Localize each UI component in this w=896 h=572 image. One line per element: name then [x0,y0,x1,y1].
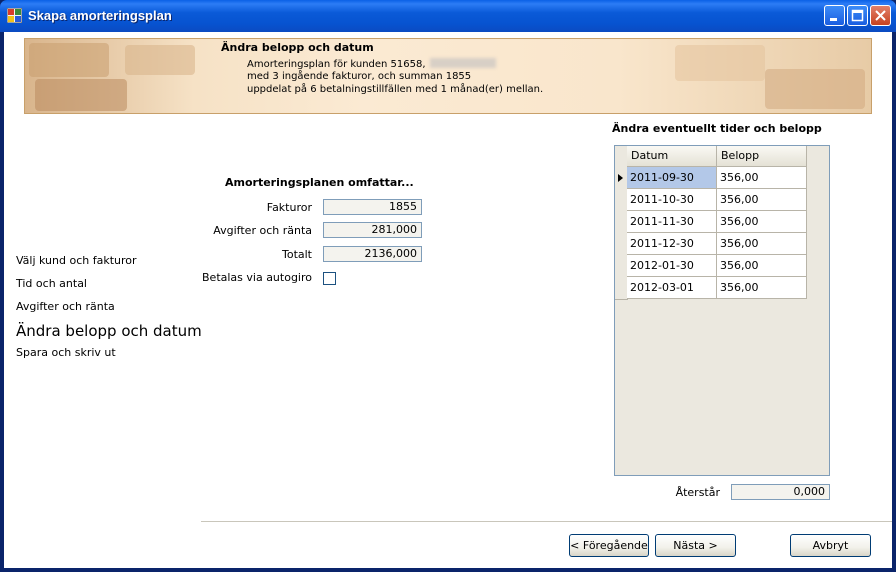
remaining-label: Återstår [675,486,720,499]
cancel-button[interactable]: Avbryt [790,534,871,557]
wizard-content: Ändra belopp och datum Amorteringsplan f… [4,32,892,568]
schedule-grid[interactable]: Datum Belopp 2011-09-30 356,00 2011-10-3… [614,145,830,476]
previous-button[interactable]: < Föregående [569,534,649,557]
app-icon [7,8,22,23]
datum-cell[interactable]: 2012-01-30 [627,255,717,277]
nav-item-avgifter: Avgifter och ränta [16,300,115,313]
nav-item-tid-och-antal: Tid och antal [16,277,87,290]
nav-item-spara: Spara och skriv ut [16,346,116,359]
belopp-cell[interactable]: 356,00 [717,189,807,211]
autogiro-label: Betalas via autogiro [202,271,312,284]
fakturor-field[interactable]: 1855 [323,199,422,215]
banner-line-installments: uppdelat på 6 betalningstillfällen med 1… [247,84,544,95]
avgifter-label: Avgifter och ränta [213,224,312,237]
banknote-image [765,69,865,109]
belopp-cell[interactable]: 356,00 [717,167,807,189]
autogiro-checkbox[interactable] [323,272,336,285]
belopp-cell[interactable]: 356,00 [717,277,807,299]
window-title: Skapa amorteringsplan [28,8,172,23]
fakturor-label: Fakturor [266,201,312,214]
column-header-datum[interactable]: Datum [627,146,717,167]
banknote-image [29,43,109,77]
banknote-image [35,79,127,111]
schedule-heading: Ändra eventuellt tider och belopp [612,122,822,135]
belopp-cell[interactable]: 356,00 [717,233,807,255]
nav-item-andra-belopp: Ändra belopp och datum [16,322,202,340]
close-icon [875,10,886,21]
current-row-arrow-icon [618,174,623,182]
belopp-cell[interactable]: 356,00 [717,211,807,233]
datum-cell[interactable]: 2012-03-01 [627,277,717,299]
app-window: Skapa amorteringsplan Ändra belopp och d… [0,0,896,572]
datum-cell[interactable]: 2011-09-30 [627,167,717,189]
minimize-icon [830,18,837,21]
title-bar[interactable]: Skapa amorteringsplan [0,0,896,32]
next-button[interactable]: Nästa > [655,534,736,557]
banner-line-customer: Amorteringsplan för kunden 51658, [247,58,496,70]
banknote-image [675,45,765,81]
avgifter-field[interactable]: 281,000 [323,222,422,238]
header-banner: Ändra belopp och datum Amorteringsplan f… [24,38,872,114]
maximize-icon [851,9,864,22]
footer-divider [201,521,892,522]
summary-heading: Amorteringsplanen omfattar... [225,176,414,189]
banner-customer-text: Amorteringsplan för kunden 51658, [247,59,426,70]
redacted-customer-name [429,58,496,68]
banknote-image [125,45,195,75]
remaining-field[interactable]: 0,000 [731,484,830,500]
close-button[interactable] [870,5,891,26]
datum-cell[interactable]: 2011-12-30 [627,233,717,255]
minimize-button[interactable] [824,5,845,26]
totalt-field[interactable]: 2136,000 [323,246,422,262]
banner-title: Ändra belopp och datum [221,41,374,54]
nav-item-valj-kund: Välj kund och fakturor [16,254,137,267]
column-header-belopp[interactable]: Belopp [717,146,807,167]
maximize-button[interactable] [847,5,868,26]
totalt-label: Totalt [281,248,312,261]
belopp-cell[interactable]: 356,00 [717,255,807,277]
datum-cell[interactable]: 2011-10-30 [627,189,717,211]
banner-line-invoices: med 3 ingående fakturor, och summan 1855 [247,71,472,82]
datum-cell[interactable]: 2011-11-30 [627,211,717,233]
